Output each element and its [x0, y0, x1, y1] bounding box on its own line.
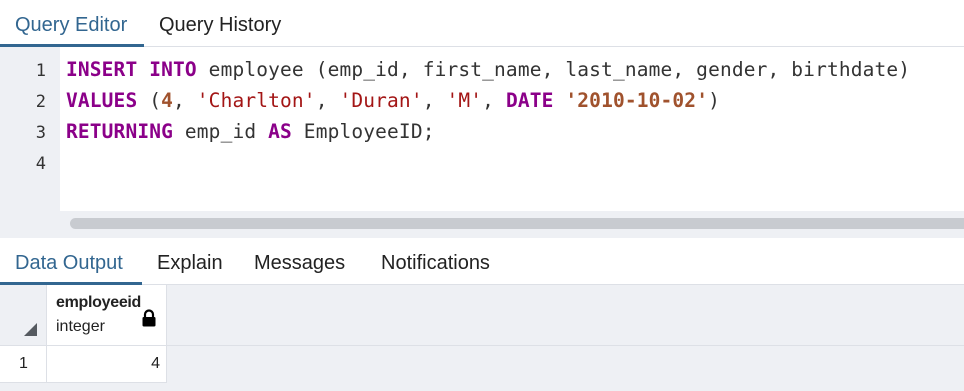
code-line[interactable]: VALUES (4, 'Charlton', 'Duran', 'M', DAT… [66, 89, 720, 112]
sql-keyword: INTO [149, 58, 197, 81]
cell-value: 4 [151, 355, 160, 372]
code-line[interactable]: RETURNING emp_id AS EmployeeID; [66, 120, 435, 143]
tab-data-output[interactable]: Data Output [15, 238, 123, 284]
code-text: employee (emp_id, first_name, last_name,… [196, 58, 911, 81]
sql-keyword: INSERT [66, 58, 138, 81]
numeric-literal: '2010-10-02' [565, 89, 709, 112]
grid-empty-area [0, 383, 964, 391]
select-all-icon [24, 323, 37, 336]
sql-keyword: VALUES [66, 89, 138, 112]
code-text: emp_id [173, 120, 269, 143]
line-number: 4 [35, 154, 46, 174]
code-text: , [315, 89, 340, 112]
line-number-gutter: 1 2 3 4 [0, 47, 60, 236]
code-text: EmployeeID; [291, 120, 435, 143]
row-number-cell[interactable]: 1 [0, 346, 47, 383]
numeric-literal: 4 [161, 89, 174, 112]
line-number: 1 [35, 61, 46, 81]
tab-messages[interactable]: Messages [254, 238, 345, 284]
line-number: 2 [35, 92, 46, 112]
code-text: , [422, 89, 447, 112]
sql-keyword: RETURNING [66, 120, 174, 143]
sql-keyword: AS [268, 120, 292, 143]
header-filler [167, 285, 964, 346]
scrollbar-thumb[interactable] [70, 218, 964, 229]
tab-query-editor[interactable]: Query Editor [15, 0, 127, 46]
code-text: , [482, 89, 506, 112]
sql-editor[interactable]: 1 2 3 4 INSERT INTO employee (emp_id, fi… [0, 47, 964, 236]
editor-tabbar: Query Editor Query History [0, 0, 964, 47]
row-number: 1 [19, 355, 28, 372]
row-filler [167, 346, 964, 383]
sql-keyword: DATE [505, 89, 554, 112]
string-literal: 'Charlton' [196, 89, 316, 112]
code-text: ( [137, 89, 162, 112]
horizontal-scrollbar[interactable] [60, 211, 964, 236]
grid-corner[interactable] [0, 285, 47, 346]
table-cell[interactable]: 4 [47, 346, 167, 383]
column-header[interactable]: employeeid integer [47, 285, 167, 346]
tab-query-history[interactable]: Query History [159, 0, 281, 46]
code-text: ) [708, 89, 720, 112]
string-literal: 'M' [446, 89, 483, 112]
result-grid: employeeid integer 1 4 [0, 285, 964, 391]
column-type: integer [56, 318, 105, 335]
tab-notifications[interactable]: Notifications [381, 238, 490, 284]
lock-icon [142, 309, 156, 327]
line-number: 3 [35, 123, 46, 143]
string-literal: 'Duran' [339, 89, 423, 112]
code-line[interactable]: INSERT INTO employee (emp_id, first_name… [66, 58, 910, 81]
tab-explain[interactable]: Explain [157, 238, 223, 284]
column-name: employeeid [56, 294, 142, 311]
output-tabbar: Data Output Explain Messages Notificatio… [0, 238, 964, 285]
code-text: , [173, 89, 197, 112]
